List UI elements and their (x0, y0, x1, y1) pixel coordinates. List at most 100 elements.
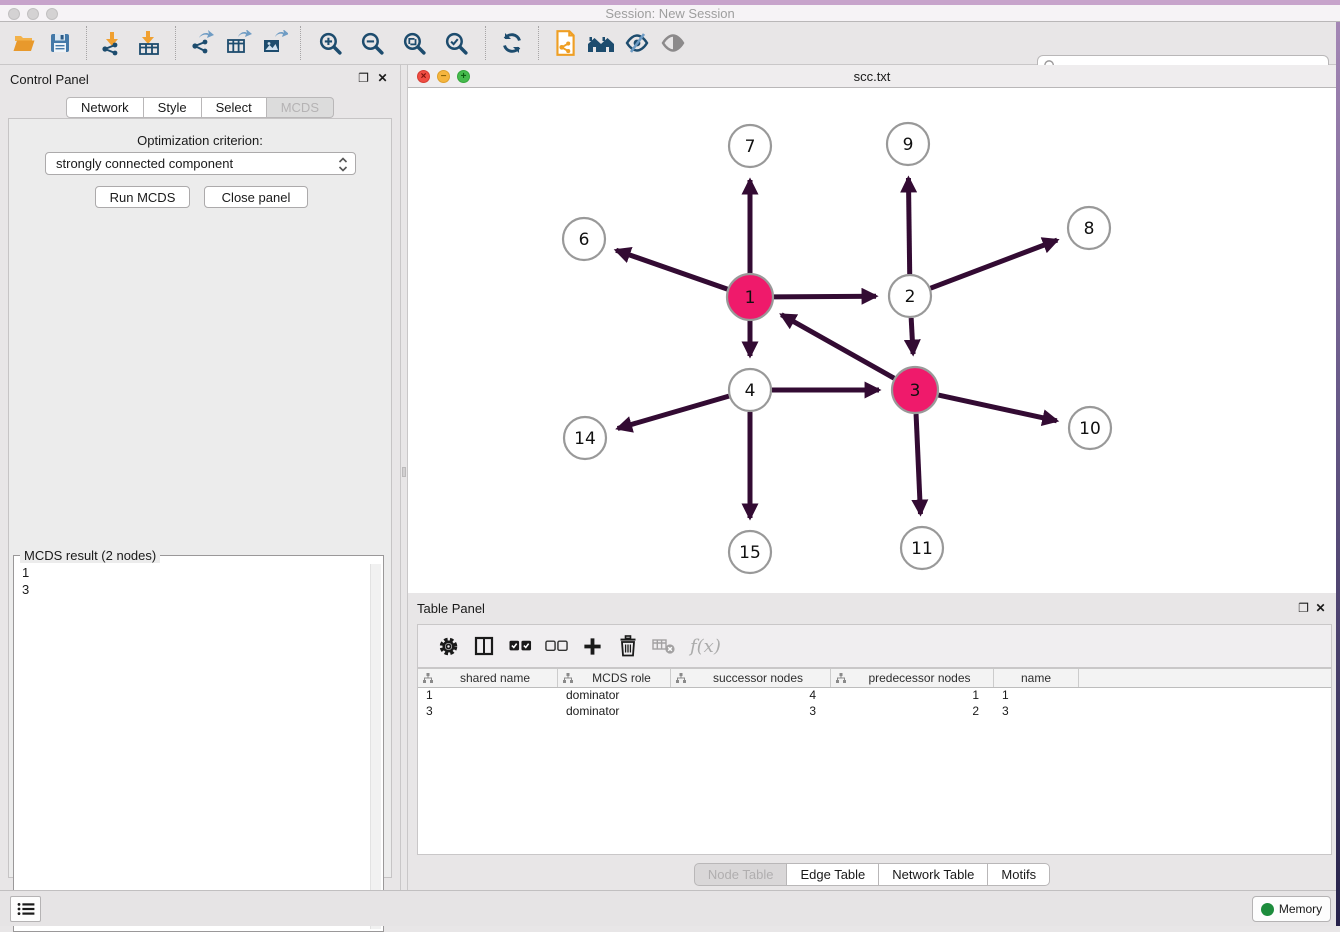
float-table-panel-icon[interactable]: ❐ (1297, 602, 1310, 615)
edge-3-10[interactable] (938, 395, 1056, 421)
network-window-title: scc.txt (408, 69, 1336, 84)
cell-successor-nodes[interactable]: 3 (671, 704, 831, 720)
column-label: successor nodes (686, 671, 830, 685)
deselect-all-button[interactable] (543, 631, 569, 661)
node-7[interactable]: 7 (729, 125, 771, 167)
cell-predecessor-nodes[interactable]: 2 (831, 704, 994, 720)
cell-shared-name[interactable]: 1 (418, 688, 558, 704)
refresh-button[interactable] (497, 25, 527, 61)
cell-name[interactable]: 1 (994, 688, 1079, 704)
edge-2-9[interactable] (908, 178, 909, 274)
node-8[interactable]: 8 (1068, 207, 1110, 249)
zoom-fit-icon (401, 30, 428, 57)
show-button[interactable] (658, 25, 688, 61)
criterion-select[interactable]: strongly connected component (45, 152, 356, 175)
function-builder-icon[interactable]: f(x) (690, 636, 721, 657)
node-label: 1 (745, 288, 756, 308)
network-graph[interactable]: 1 2 3 4 6 7 8 9 10 11 14 15 (408, 88, 1336, 593)
cell-successor-nodes[interactable]: 4 (671, 688, 831, 704)
edge-1-2[interactable] (774, 296, 876, 297)
node-4[interactable]: 4 (729, 369, 771, 411)
import-table-button[interactable] (134, 25, 164, 61)
edge-2-8[interactable] (931, 240, 1058, 288)
table-toolbar: f(x) (417, 624, 1332, 668)
export-image-button[interactable] (259, 25, 289, 61)
node-11[interactable]: 11 (901, 527, 943, 569)
tab-edge-table[interactable]: Edge Table (787, 863, 879, 886)
open-session-button[interactable] (9, 25, 39, 61)
zoom-in-icon (317, 30, 344, 57)
tab-motifs[interactable]: Motifs (988, 863, 1050, 886)
zoom-fit-button[interactable] (399, 25, 429, 61)
memory-button[interactable]: Memory (1252, 896, 1331, 922)
node-label: 14 (574, 429, 596, 449)
edge-3-11[interactable] (916, 414, 920, 514)
node-3[interactable]: 3 (892, 367, 938, 413)
tab-style[interactable]: Style (144, 97, 202, 118)
first-neighbors-button[interactable] (586, 25, 616, 61)
node-table[interactable]: shared nameMCDS role successor nodesprede… (417, 668, 1332, 855)
vertical-splitter[interactable] (400, 65, 408, 890)
delete-table-button[interactable] (651, 631, 677, 661)
export-network-button[interactable] (187, 25, 217, 61)
close-panel-icon[interactable]: ✕ (376, 72, 389, 85)
zoom-in-button[interactable] (315, 25, 345, 61)
table-row[interactable]: 3dominator323 (418, 704, 1331, 720)
close-panel-button[interactable]: Close panel (204, 186, 308, 208)
tab-select[interactable]: Select (202, 97, 267, 118)
tab-network[interactable]: Network (66, 97, 144, 118)
task-history-button[interactable] (10, 896, 41, 922)
zoom-out-button[interactable] (357, 25, 387, 61)
network-window-titlebar: × − + scc.txt (408, 65, 1336, 88)
import-table-icon (135, 30, 163, 56)
import-network-button[interactable] (98, 25, 128, 61)
memory-label: Memory (1279, 902, 1322, 916)
save-session-button[interactable] (45, 25, 75, 61)
edge-1-6[interactable] (616, 250, 727, 289)
export-table-button[interactable] (223, 25, 253, 61)
node-15[interactable]: 15 (729, 531, 771, 573)
table-row[interactable]: 1dominator411 (418, 688, 1331, 704)
column-header-name[interactable]: name (994, 669, 1079, 687)
open-session-icon (11, 31, 37, 55)
add-row-button[interactable] (579, 631, 605, 661)
tab-network-table[interactable]: Network Table (879, 863, 988, 886)
cell-name[interactable]: 3 (994, 704, 1079, 720)
zoom-selected-button[interactable] (441, 25, 471, 61)
cell-MCDS-role[interactable]: dominator (558, 704, 671, 720)
edge-2-3[interactable] (911, 318, 913, 354)
edge-3-1[interactable] (781, 315, 894, 379)
first-neighbors-icon (586, 31, 616, 55)
node-1[interactable]: 1 (727, 274, 773, 320)
network-canvas[interactable]: 1 2 3 4 6 7 8 9 10 11 14 15 (408, 88, 1336, 593)
node-9[interactable]: 9 (887, 123, 929, 165)
column-header-successor-nodes[interactable]: successor nodes (671, 669, 831, 687)
splitter-grip[interactable] (402, 467, 406, 477)
select-all-button[interactable] (507, 631, 533, 661)
cell-predecessor-nodes[interactable]: 1 (831, 688, 994, 704)
tab-mcds[interactable]: MCDS (267, 97, 334, 118)
cell-shared-name[interactable]: 3 (418, 704, 558, 720)
node-6[interactable]: 6 (563, 218, 605, 260)
table-header-row: shared nameMCDS role successor nodesprede… (418, 669, 1331, 688)
mcds-result-scrollbar[interactable] (370, 564, 381, 929)
column-header-shared-name[interactable]: shared name (418, 669, 558, 687)
cell-MCDS-role[interactable]: dominator (558, 688, 671, 704)
gear-button[interactable] (435, 631, 461, 661)
float-panel-icon[interactable]: ❐ (357, 72, 370, 85)
node-label: 6 (579, 230, 590, 250)
node-2[interactable]: 2 (889, 275, 931, 317)
delete-row-button[interactable] (615, 631, 641, 661)
run-mcds-button[interactable]: Run MCDS (95, 186, 190, 208)
close-table-panel-icon[interactable]: ✕ (1314, 602, 1327, 615)
column-header-MCDS-role[interactable]: MCDS role (558, 669, 671, 687)
hide-button[interactable] (622, 25, 652, 61)
columns-button[interactable] (471, 631, 497, 661)
node-14[interactable]: 14 (564, 417, 606, 459)
column-header-predecessor-nodes[interactable]: predecessor nodes (831, 669, 994, 687)
network-file-button[interactable] (550, 25, 580, 61)
edge-4-14[interactable] (618, 396, 729, 428)
mcds-result-text[interactable]: 1 3 (16, 564, 369, 929)
node-10[interactable]: 10 (1069, 407, 1111, 449)
tab-node-table[interactable]: Node Table (694, 863, 788, 886)
